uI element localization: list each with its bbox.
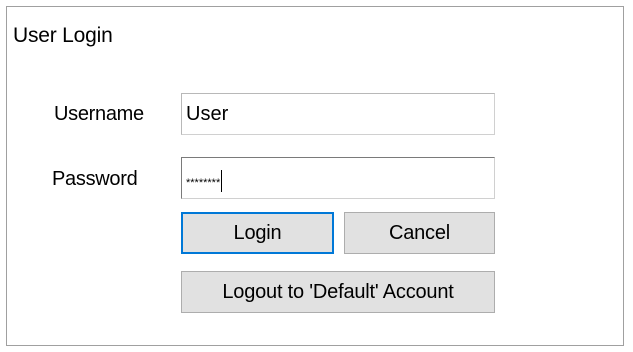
login-button[interactable]: Login	[181, 212, 334, 254]
password-label: Password	[52, 168, 138, 190]
cancel-button[interactable]: Cancel	[344, 212, 495, 254]
password-value: ********	[186, 176, 221, 189]
user-login-dialog: User Login Username User Password ******…	[6, 6, 624, 346]
username-label: Username	[54, 103, 144, 125]
username-field[interactable]: User	[181, 93, 495, 135]
text-caret	[221, 170, 223, 192]
username-value: User	[186, 103, 229, 125]
logout-default-account-button[interactable]: Logout to 'Default' Account	[181, 271, 495, 313]
dialog-title: User Login	[13, 24, 113, 47]
password-field[interactable]: ********	[181, 157, 495, 199]
